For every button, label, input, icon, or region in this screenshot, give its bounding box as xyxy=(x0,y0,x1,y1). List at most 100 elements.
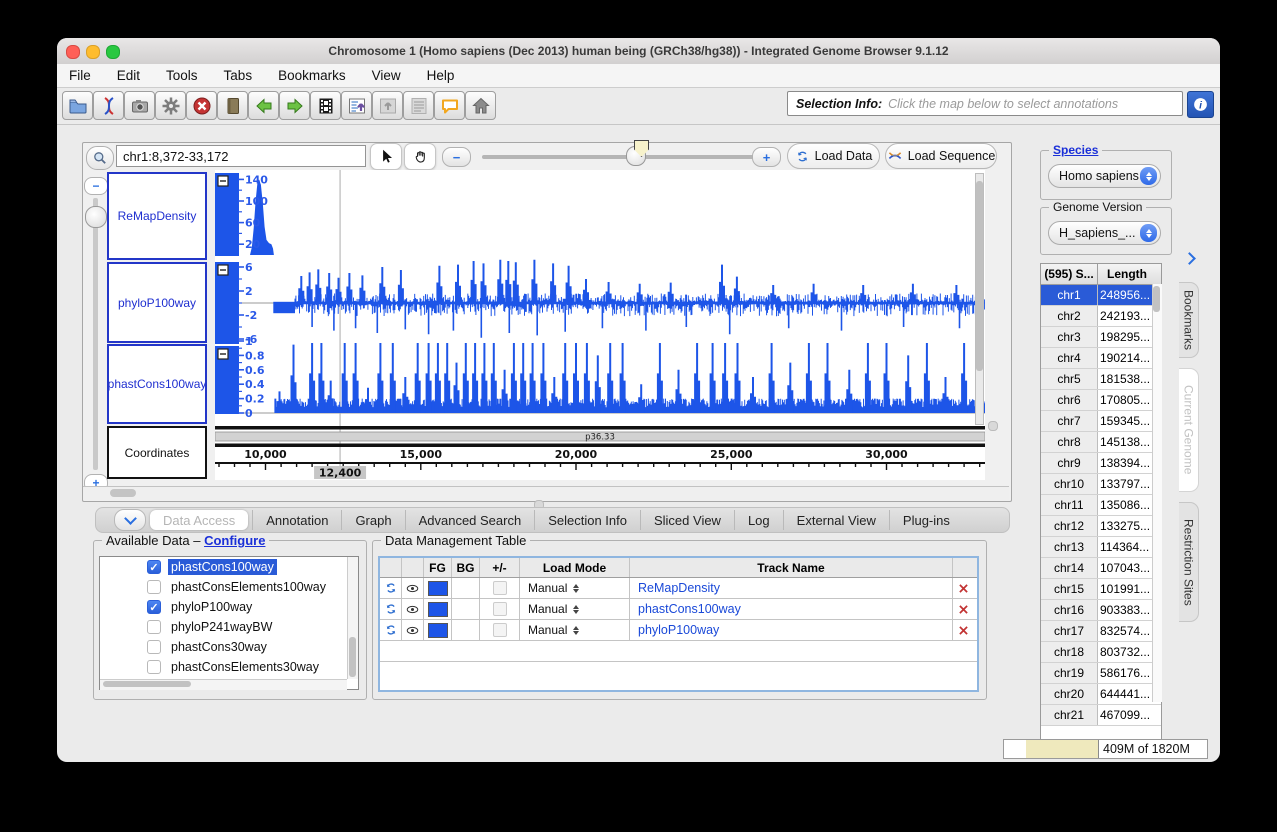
track-name-link[interactable]: ReMapDensity xyxy=(638,581,720,595)
sequence-row-chr20[interactable]: chr20644441... xyxy=(1041,684,1161,705)
load-mode-combobox[interactable]: Manual xyxy=(520,623,629,637)
home-button[interactable] xyxy=(465,91,496,120)
genome-version-combobox[interactable]: H_sapiens_... xyxy=(1048,221,1161,245)
strand-checkbox-cell[interactable] xyxy=(480,620,520,640)
fg-color-cell[interactable] xyxy=(424,599,452,619)
strand-checkbox-cell[interactable] xyxy=(480,578,520,598)
preferences-gear-button[interactable] xyxy=(155,91,186,120)
load-mode-cell[interactable]: Manual xyxy=(520,620,630,640)
track-name-link[interactable]: phastCons100way xyxy=(638,602,741,616)
sequence-row-chr12[interactable]: chr12133275... xyxy=(1041,516,1161,537)
checkbox[interactable] xyxy=(147,620,161,634)
available-data-item[interactable]: phyloP241wayBW xyxy=(100,617,358,637)
strand-checkbox-cell[interactable] xyxy=(480,599,520,619)
sequence-row-chr19[interactable]: chr19586176... xyxy=(1041,663,1161,684)
menu-edit[interactable]: Edit xyxy=(117,68,140,83)
tab-external-view[interactable]: External View xyxy=(783,510,889,530)
sequence-row-chr1[interactable]: chr1248956... xyxy=(1041,285,1161,306)
genome-plot[interactable]: 140100602062-2-610.80.60.40.20p36.3310,0… xyxy=(215,170,985,480)
select-mode-button[interactable] xyxy=(370,143,402,170)
fg-color-cell[interactable] xyxy=(424,578,452,598)
tab-advanced-search[interactable]: Advanced Search xyxy=(405,510,535,530)
print-disabled-button[interactable] xyxy=(403,91,434,120)
sequence-row-chr14[interactable]: chr14107043... xyxy=(1041,558,1161,579)
sequence-row-chr10[interactable]: chr10133797... xyxy=(1041,474,1161,495)
sequence-table-scrollbar-thumb[interactable] xyxy=(1153,286,1160,312)
movie-film-button[interactable] xyxy=(310,91,341,120)
species-combobox[interactable]: Homo sapiens xyxy=(1048,164,1161,188)
sequence-row-chr11[interactable]: chr11135086... xyxy=(1041,495,1161,516)
sequence-row-chr7[interactable]: chr7159345... xyxy=(1041,411,1161,432)
sequence-row-chr5[interactable]: chr5181538... xyxy=(1041,369,1161,390)
checkbox[interactable] xyxy=(147,640,161,654)
checkbox[interactable] xyxy=(147,600,161,614)
track-label-phylop100way[interactable]: phyloP100way xyxy=(107,262,207,343)
menu-view[interactable]: View xyxy=(372,68,401,83)
available-data-hscrollbar-thumb[interactable] xyxy=(103,681,191,687)
refresh-track-button[interactable] xyxy=(380,599,402,619)
sequence-row-chr18[interactable]: chr18803732... xyxy=(1041,642,1161,663)
export-disabled-button[interactable] xyxy=(372,91,403,120)
track-label-coordinates[interactable]: Coordinates xyxy=(107,426,207,479)
sequence-row-chr16[interactable]: chr16903383... xyxy=(1041,600,1161,621)
available-data-vscrollbar-thumb[interactable] xyxy=(349,637,356,677)
sequence-row-chr3[interactable]: chr3198295... xyxy=(1041,327,1161,348)
side-tab-current-genome[interactable]: Current Genome xyxy=(1179,368,1199,492)
available-data-item[interactable]: phastConsElements30way xyxy=(100,657,358,677)
checkbox[interactable] xyxy=(493,602,507,616)
zoom-in-button[interactable]: + xyxy=(752,147,781,167)
bg-color-cell[interactable] xyxy=(452,599,480,619)
tab-graph[interactable]: Graph xyxy=(341,510,404,530)
tab-plug-ins[interactable]: Plug-ins xyxy=(889,510,963,530)
delete-track-button[interactable] xyxy=(953,620,973,640)
visibility-toggle[interactable] xyxy=(402,599,424,619)
side-tab-bookmarks[interactable]: Bookmarks xyxy=(1179,282,1199,358)
sequence-row-chr17[interactable]: chr17832574... xyxy=(1041,621,1161,642)
tab-annotation[interactable]: Annotation xyxy=(252,510,341,530)
sequence-row-chr9[interactable]: chr9138394... xyxy=(1041,453,1161,474)
back-arrow-button[interactable] xyxy=(248,91,279,120)
forward-arrow-button[interactable] xyxy=(279,91,310,120)
sequence-row-chr13[interactable]: chr13114364... xyxy=(1041,537,1161,558)
load-mode-cell[interactable]: Manual xyxy=(520,578,630,598)
sequence-row-chr4[interactable]: chr4190214... xyxy=(1041,348,1161,369)
sequence-table-scrollbar[interactable] xyxy=(1152,284,1162,702)
available-data-item[interactable]: phastCons100way xyxy=(100,557,358,577)
checkbox[interactable] xyxy=(147,580,161,594)
checkbox[interactable] xyxy=(147,660,161,674)
load-data-button[interactable]: Load Data xyxy=(787,143,880,169)
track-label-phastcons100way[interactable]: phastCons100way xyxy=(107,344,207,424)
plot-horizontal-scrollbar[interactable] xyxy=(83,486,1009,500)
track-name-cell[interactable]: phyloP100way xyxy=(630,620,953,640)
tab-selection-info[interactable]: Selection Info xyxy=(534,510,640,530)
stop-button[interactable] xyxy=(186,91,217,120)
load-mode-cell[interactable]: Manual xyxy=(520,599,630,619)
menu-file[interactable]: File xyxy=(69,68,91,83)
configure-link[interactable]: Configure xyxy=(204,533,265,548)
feedback-bubble-button[interactable] xyxy=(434,91,465,120)
checkbox[interactable] xyxy=(493,581,507,595)
sequence-row-chr2[interactable]: chr2242193... xyxy=(1041,306,1161,327)
checkbox[interactable] xyxy=(493,623,507,637)
vertical-zoom-out-button[interactable]: − xyxy=(84,177,108,195)
checkbox[interactable] xyxy=(147,560,161,574)
available-data-item[interactable]: phyloP100way xyxy=(100,597,358,617)
sequence-row-chr8[interactable]: chr8145138... xyxy=(1041,432,1161,453)
load-sequence-button[interactable]: Load Sequence xyxy=(885,143,997,169)
bg-color-cell[interactable] xyxy=(452,620,480,640)
visibility-toggle[interactable] xyxy=(402,578,424,598)
refresh-track-button[interactable] xyxy=(380,620,402,640)
expand-side-tabs-button[interactable] xyxy=(1181,248,1197,268)
delete-track-button[interactable] xyxy=(953,578,973,598)
load-mode-combobox[interactable]: Manual xyxy=(520,602,629,616)
bg-color-cell[interactable] xyxy=(452,578,480,598)
sequence-column-header[interactable]: (595) S... xyxy=(1041,264,1098,284)
tab-sliced-view[interactable]: Sliced View xyxy=(640,510,734,530)
available-data-item[interactable]: phastConsElements100way xyxy=(100,577,358,597)
plot-vertical-scrollbar-thumb[interactable] xyxy=(976,181,983,371)
sequence-row-chr6[interactable]: chr6170805... xyxy=(1041,390,1161,411)
delete-track-button[interactable] xyxy=(953,599,973,619)
reference-book-button[interactable] xyxy=(217,91,248,120)
sequence-row-chr21[interactable]: chr21467099... xyxy=(1041,705,1161,726)
info-button[interactable]: i xyxy=(1187,91,1214,118)
